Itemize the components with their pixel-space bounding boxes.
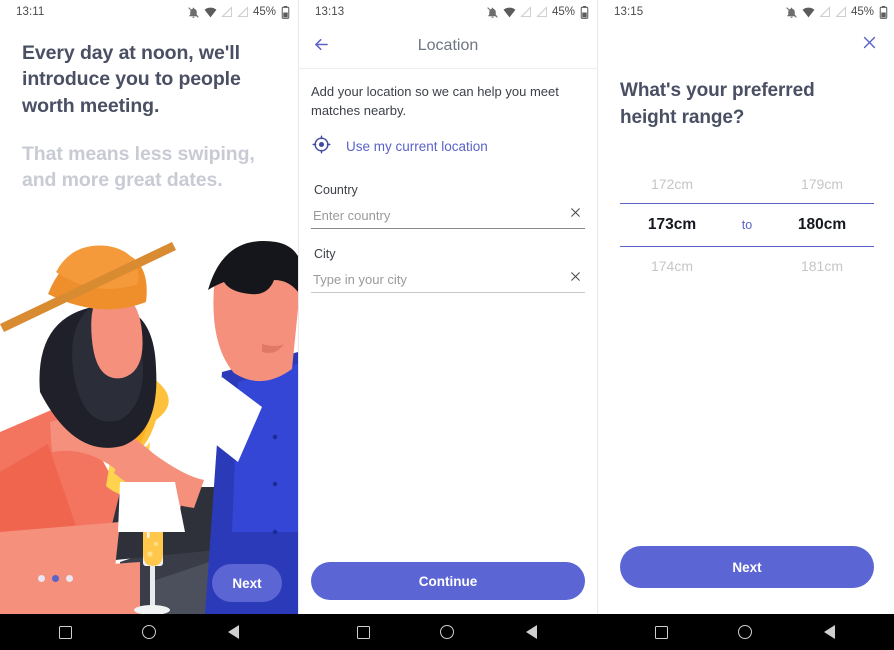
height-row-selected[interactable]: 173cm to 180cm xyxy=(620,203,874,247)
nav-group-3 xyxy=(596,614,894,650)
next-button[interactable]: Next xyxy=(620,546,874,588)
battery-percent-label: 45% xyxy=(253,6,276,18)
close-row xyxy=(598,24,894,64)
close-icon xyxy=(861,34,878,54)
battery-icon xyxy=(879,6,888,19)
country-field-label: Country xyxy=(314,183,585,197)
recents-square-icon[interactable] xyxy=(352,621,374,643)
continue-button[interactable]: Continue xyxy=(311,562,585,600)
nav-group-2 xyxy=(298,614,596,650)
back-triangle-icon[interactable] xyxy=(222,621,244,643)
height-from-value-selected[interactable]: 173cm xyxy=(620,216,724,234)
battery-icon xyxy=(281,6,290,19)
status-bar-3: 13:15 45% xyxy=(598,0,894,24)
signal-bar-icon-1 xyxy=(819,6,831,18)
location-body: Add your location so we can help you mee… xyxy=(299,69,597,297)
city-input[interactable] xyxy=(311,272,585,293)
back-button[interactable] xyxy=(299,24,343,68)
back-triangle-icon[interactable] xyxy=(818,621,840,643)
couple-illustration xyxy=(0,232,298,614)
home-circle-icon[interactable] xyxy=(734,621,756,643)
status-time: 13:11 xyxy=(16,6,44,18)
android-nav-bar xyxy=(0,614,894,650)
close-icon xyxy=(569,206,582,222)
battery-percent-label: 45% xyxy=(851,6,874,18)
intro-header: Every day at noon, we'll introduce you t… xyxy=(0,24,298,194)
height-to-value[interactable]: 181cm xyxy=(770,258,874,274)
crosshair-icon xyxy=(312,135,331,159)
battery-icon xyxy=(580,6,589,19)
use-current-location-row[interactable]: Use my current location xyxy=(311,125,585,169)
status-bar-1: 13:11 45% xyxy=(0,0,298,24)
panel-location: 13:13 45% xyxy=(298,0,597,614)
city-clear-button[interactable] xyxy=(565,268,585,288)
next-button[interactable]: Next xyxy=(212,564,282,602)
height-from-value[interactable]: 172cm xyxy=(620,176,724,192)
battery-percent-label: 45% xyxy=(552,6,575,18)
use-current-location-label: Use my current location xyxy=(346,139,488,154)
arrow-left-icon xyxy=(312,35,331,57)
intro-subtitle: That means less swiping, and more great … xyxy=(22,141,276,194)
height-row-below[interactable]: 174cm 181cm xyxy=(620,247,874,285)
app-bar-title: Location xyxy=(299,37,597,55)
page-dot[interactable] xyxy=(66,575,73,582)
country-field-row xyxy=(311,207,585,233)
signal-bar-icon-2 xyxy=(835,6,847,18)
status-bar-2: 13:13 45% xyxy=(299,0,597,24)
city-field-label: City xyxy=(314,247,585,261)
location-description: Add your location so we can help you mee… xyxy=(311,83,585,121)
country-input[interactable] xyxy=(311,208,585,229)
panel-strip: 13:11 45% xyxy=(0,0,894,614)
page-dot[interactable] xyxy=(38,575,45,582)
screenshot-root: 13:11 45% xyxy=(0,0,894,650)
height-to-value[interactable]: 179cm xyxy=(770,176,874,192)
status-time: 13:15 xyxy=(614,6,643,18)
recents-square-icon[interactable] xyxy=(54,621,76,643)
intro-title: Every day at noon, we'll introduce you t… xyxy=(22,40,276,119)
city-field-row xyxy=(311,271,585,297)
page-dot-active[interactable] xyxy=(52,575,59,582)
status-icons: 45% xyxy=(187,6,290,19)
nav-group-1 xyxy=(0,614,298,650)
height-question-title: What's your preferred height range? xyxy=(620,78,874,131)
location-cta-wrap: Continue xyxy=(299,562,597,614)
home-circle-icon[interactable] xyxy=(436,621,458,643)
height-to-value-selected[interactable]: 180cm xyxy=(770,216,874,234)
home-circle-icon[interactable] xyxy=(138,621,160,643)
wifi-icon xyxy=(503,6,516,19)
height-from-value[interactable]: 174cm xyxy=(620,258,724,274)
height-row-above[interactable]: 172cm 179cm xyxy=(620,165,874,203)
height-cta-wrap: Next xyxy=(598,546,894,614)
signal-bar-icon-1 xyxy=(520,6,532,18)
signal-bar-icon-1 xyxy=(221,6,233,18)
bell-muted-icon xyxy=(785,6,798,19)
illustration-svg xyxy=(0,232,298,614)
app-bar: Location xyxy=(299,24,597,69)
height-range-picker[interactable]: 172cm 179cm 173cm to 180cm 174cm 181cm xyxy=(620,165,874,285)
back-triangle-icon[interactable] xyxy=(520,621,542,643)
page-indicator-dots[interactable] xyxy=(38,575,73,582)
signal-bar-icon-2 xyxy=(237,6,249,18)
wifi-icon xyxy=(204,6,217,19)
bell-muted-icon xyxy=(187,6,200,19)
signal-bar-icon-2 xyxy=(536,6,548,18)
range-separator-label: to xyxy=(724,218,770,232)
close-icon xyxy=(569,270,582,286)
close-button[interactable] xyxy=(854,29,884,59)
bell-muted-icon xyxy=(486,6,499,19)
country-clear-button[interactable] xyxy=(565,204,585,224)
wifi-icon xyxy=(802,6,815,19)
panel-height: 13:15 45% xyxy=(597,0,894,614)
status-time: 13:13 xyxy=(315,6,344,18)
recents-square-icon[interactable] xyxy=(650,621,672,643)
status-icons: 45% xyxy=(486,6,589,19)
status-icons: 45% xyxy=(785,6,888,19)
panel-intro: 13:11 45% xyxy=(0,0,298,614)
